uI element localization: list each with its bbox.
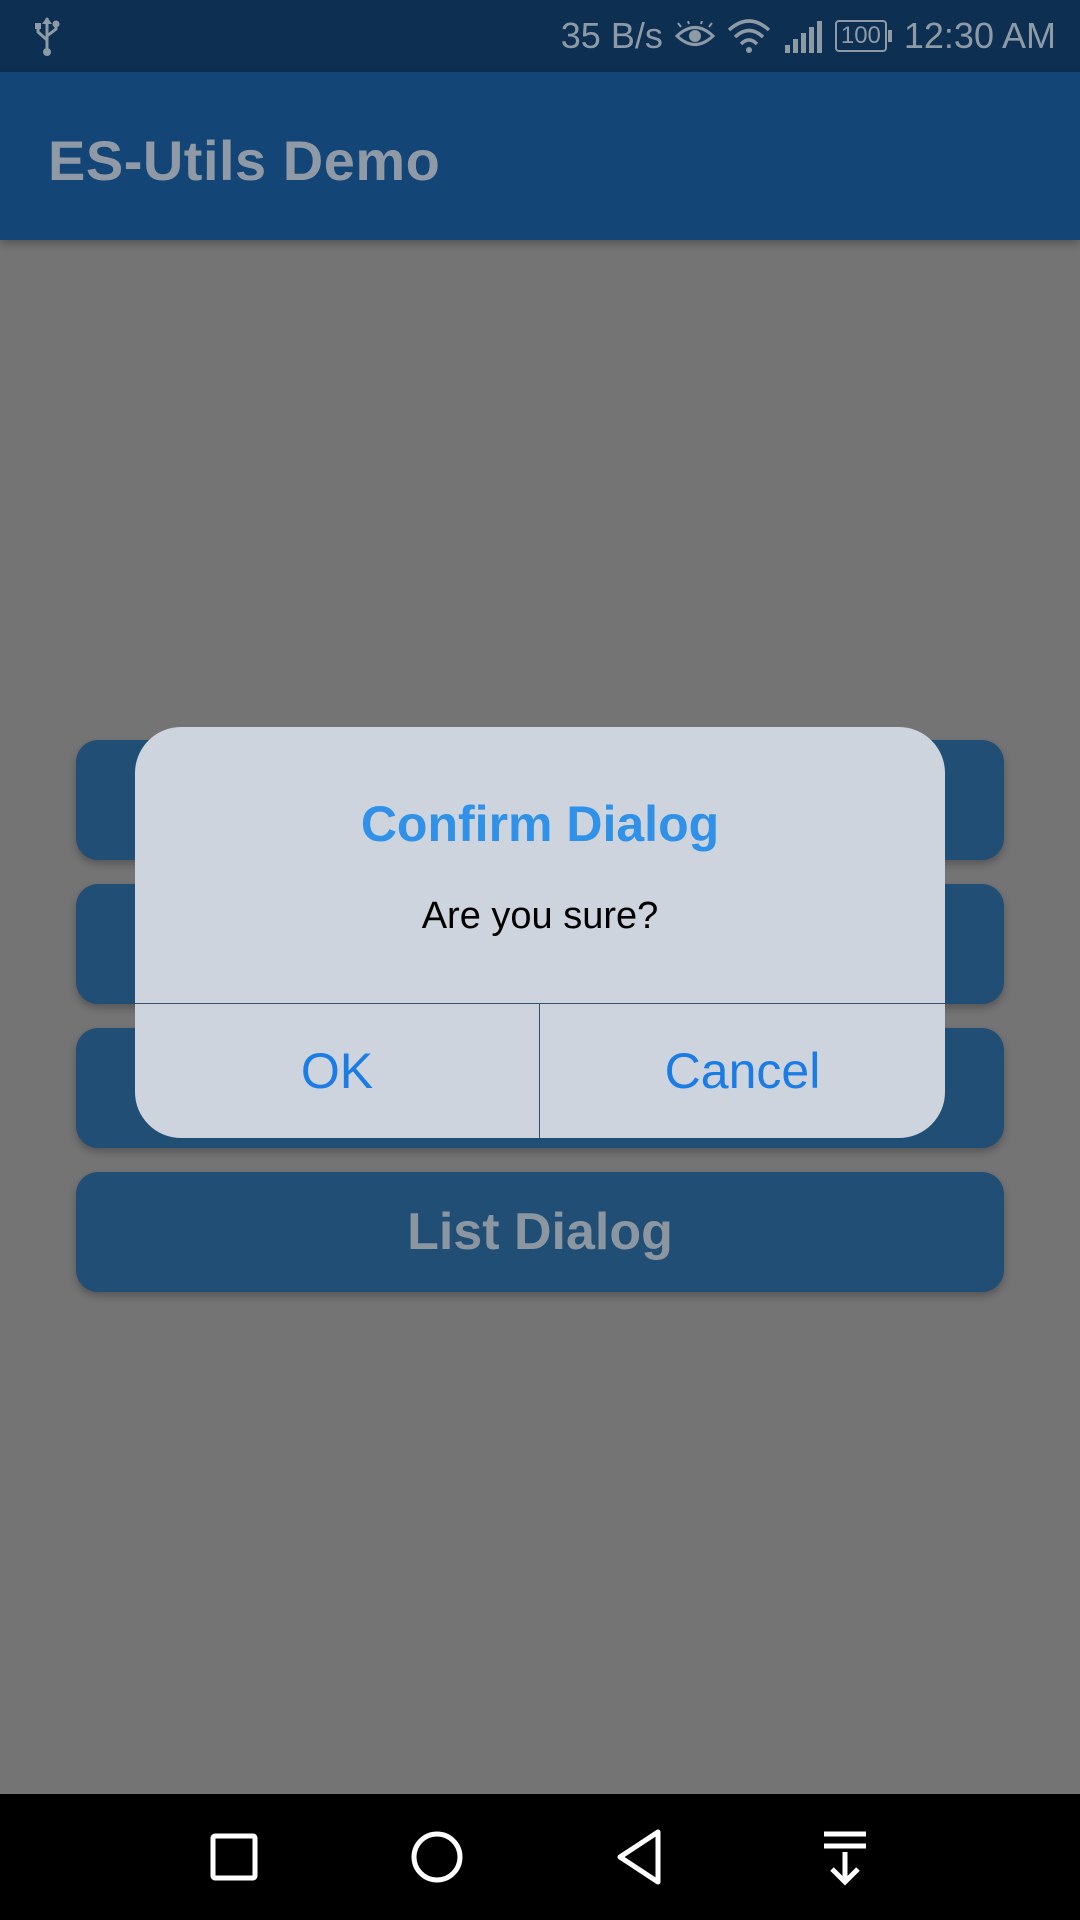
- clock: 12:30 AM: [903, 15, 1056, 56]
- dialog-title: Confirm Dialog: [360, 796, 720, 852]
- battery-icon: 100: [834, 20, 892, 52]
- confirm-dialog: Confirm Dialog Are you sure? OK Cancel: [135, 727, 945, 1138]
- cancel-button[interactable]: Cancel: [540, 1004, 945, 1138]
- navigation-bar: [0, 1794, 1080, 1920]
- eye-icon: [674, 21, 715, 46]
- ok-button[interactable]: OK: [135, 1004, 539, 1138]
- network-speed: 35 B/s: [560, 15, 663, 56]
- signal-icon: [784, 21, 822, 53]
- status-bar: 35 B/s 100 12:30 AM: [0, 0, 1080, 72]
- list-dialog-button[interactable]: List Dialog: [76, 1172, 1004, 1292]
- notification-drawer-icon[interactable]: [810, 1822, 880, 1892]
- app-title: ES-Utils Demo: [48, 129, 441, 192]
- usb-icon: [35, 17, 60, 56]
- home-icon[interactable]: [402, 1822, 472, 1892]
- app-bar: ES-Utils Demo: [0, 72, 1080, 240]
- back-icon[interactable]: [606, 1822, 676, 1892]
- wifi-icon: [727, 19, 771, 53]
- battery-level: 100: [834, 20, 887, 52]
- dialog-message: Are you sure?: [421, 895, 659, 937]
- recent-apps-icon[interactable]: [199, 1822, 269, 1892]
